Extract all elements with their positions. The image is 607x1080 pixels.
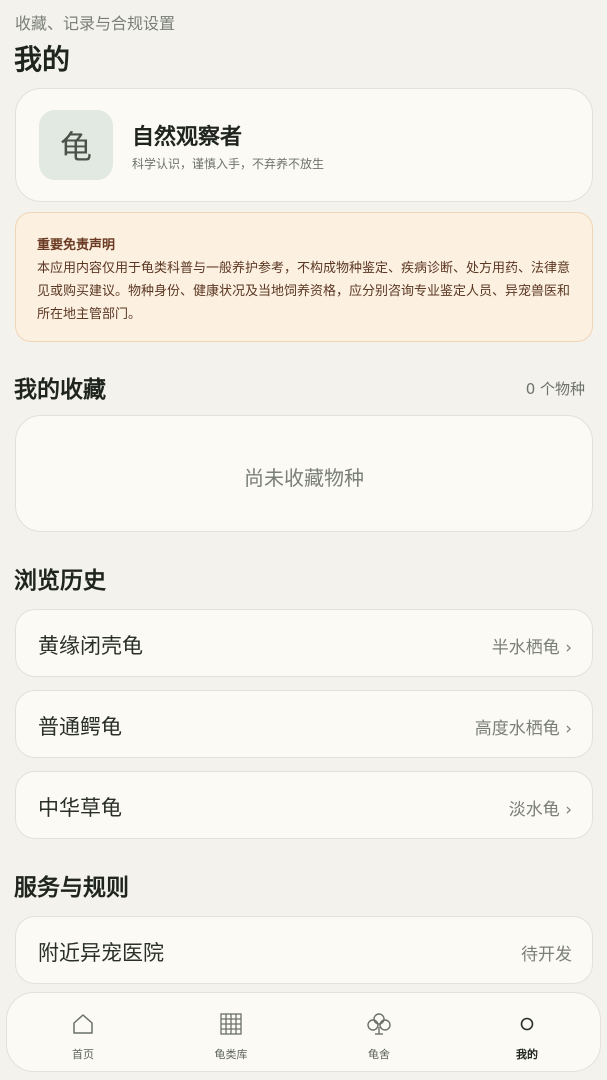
history-item[interactable]: 中华草龟 淡水龟 ›: [15, 771, 593, 839]
profile-card[interactable]: 龟 自然观察者 科学认识，谨慎入手，不弃养不放生: [15, 88, 593, 202]
history-item-category: 高度水栖龟 ›: [474, 719, 572, 739]
tab-label: 龟类库: [214, 1048, 248, 1061]
history-section-title: 浏览历史: [14, 568, 106, 594]
grid-icon: [219, 1011, 243, 1037]
service-item-name: 附近异宠医院: [38, 941, 164, 965]
disclaimer-card: 重要免责声明 本应用内容仅用于龟类科普与一般养护参考，不构成物种鉴定、疾病诊断、…: [15, 212, 593, 342]
page-subtitle: 收藏、记录与合规设置: [15, 14, 176, 33]
service-item-vet-hospital[interactable]: 附近异宠医院 待开发: [15, 916, 593, 984]
tab-label: 我的: [516, 1048, 538, 1061]
turtle-house-icon: [366, 1011, 392, 1037]
tab-home[interactable]: 首页: [9, 993, 157, 1071]
page-title: 我的: [14, 43, 71, 76]
history-item[interactable]: 黄缘闭壳龟 半水栖龟 ›: [15, 609, 593, 677]
tab-label: 龟舍: [368, 1048, 390, 1061]
history-item-category: 淡水龟 ›: [508, 800, 572, 820]
profile-circle-icon: [519, 1011, 535, 1037]
disclaimer-title: 重要免责声明: [37, 238, 116, 253]
service-item-status: 待开发: [521, 945, 572, 965]
disclaimer-body: 本应用内容仅用于龟类科普与一般养护参考，不构成物种鉴定、疾病诊断、处方用药、法律…: [37, 261, 571, 322]
history-item-name: 普通鳄龟: [38, 715, 122, 739]
tab-turtle-house[interactable]: 龟舍: [305, 993, 453, 1071]
history-item[interactable]: 普通鳄龟 高度水栖龟 ›: [15, 690, 593, 758]
tab-profile[interactable]: 我的: [453, 993, 601, 1071]
history-item-name: 黄缘闭壳龟: [38, 634, 143, 658]
home-icon: [71, 1011, 95, 1037]
services-section-title: 服务与规则: [14, 875, 129, 901]
favorites-empty-card: 尚未收藏物种: [15, 415, 593, 532]
favorites-count: 0 个物种: [525, 380, 585, 398]
bottom-tab-bar: 首页 龟类库 龟舍 我的: [6, 992, 601, 1072]
profile-name: 自然观察者: [132, 125, 243, 150]
favorites-section-title: 我的收藏: [14, 377, 106, 403]
favorites-empty-text: 尚未收藏物种: [244, 466, 364, 490]
history-item-category: 半水栖龟 ›: [491, 638, 572, 658]
avatar: 龟: [39, 110, 113, 180]
profile-motto: 科学认识，谨慎入手，不弃养不放生: [132, 157, 325, 171]
tab-turtle-library[interactable]: 龟类库: [157, 993, 305, 1071]
tab-label: 首页: [72, 1048, 94, 1061]
history-item-name: 中华草龟: [38, 796, 122, 820]
